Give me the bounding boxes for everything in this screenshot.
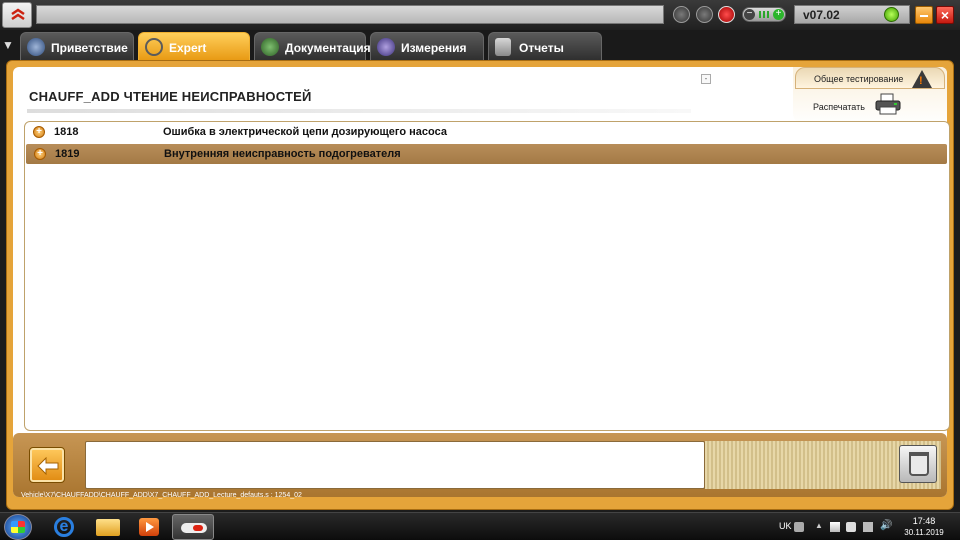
welcome-icon bbox=[27, 38, 45, 56]
version-label: v07.02 bbox=[803, 8, 840, 22]
main-panel: CHAUFF_ADD ЧТЕНИЕ НЕИСПРАВНОСТЕЙ - Общее… bbox=[6, 60, 954, 510]
citroen-chevron-icon bbox=[11, 8, 25, 21]
file-path: Vehicle\X7\CHAUFFADD\CHAUFF_ADD\X7_CHAUF… bbox=[21, 492, 302, 499]
close-button[interactable]: × bbox=[936, 6, 954, 24]
tab-label: Приветствие bbox=[51, 41, 128, 55]
trash-icon bbox=[909, 452, 929, 476]
magnifier-icon bbox=[145, 38, 163, 56]
taskbar-diagbox[interactable] bbox=[172, 514, 214, 540]
general-test-button[interactable]: Общее тестирование bbox=[795, 67, 945, 89]
battery-level-icon bbox=[759, 11, 771, 18]
language-indicator[interactable]: UK bbox=[779, 521, 792, 531]
battery-indicator[interactable]: − + bbox=[742, 7, 786, 22]
top-bar: − + v07.02 × bbox=[0, 0, 960, 30]
folder-icon bbox=[96, 519, 120, 536]
actions-panel: Общее тестирование Распечатать bbox=[793, 67, 947, 125]
fault-list: + 1818 Ошибка в электрической цепи дозир… bbox=[24, 121, 950, 431]
media-player-icon bbox=[139, 518, 159, 536]
chevron-down-icon[interactable]: ▼ bbox=[2, 38, 16, 52]
fault-code: 1819 bbox=[55, 148, 80, 160]
speaker-icon[interactable]: 🔊 bbox=[880, 520, 892, 531]
report-icon bbox=[495, 38, 511, 56]
windows-logo-icon bbox=[11, 521, 25, 533]
warning-icon bbox=[912, 70, 932, 88]
keyboard-icon[interactable] bbox=[794, 522, 804, 532]
taskbar-ie[interactable]: e bbox=[42, 514, 84, 540]
download-icon[interactable] bbox=[673, 6, 690, 23]
title-field bbox=[36, 5, 664, 24]
expand-icon[interactable]: + bbox=[34, 148, 46, 160]
tab-measurements[interactable]: Измерения bbox=[370, 32, 484, 60]
taskbar-explorer[interactable] bbox=[86, 514, 128, 540]
fault-description: Ошибка в электрической цепи дозирующего … bbox=[163, 126, 447, 138]
tab-label: Expert bbox=[169, 41, 207, 55]
clock-time: 17:48 bbox=[912, 516, 936, 526]
tab-label: Измерения bbox=[401, 41, 467, 55]
tab-label: Отчеты bbox=[519, 41, 564, 55]
print-label: Распечатать bbox=[813, 102, 865, 112]
documentation-icon bbox=[261, 38, 279, 56]
taskbar-media[interactable] bbox=[128, 514, 170, 540]
clock[interactable]: 17:48 30.11.2019 bbox=[898, 516, 950, 537]
message-box bbox=[85, 441, 705, 489]
tab-expert[interactable]: Expert bbox=[138, 32, 250, 60]
clock-date: 30.11.2019 bbox=[904, 528, 944, 537]
bottom-bar bbox=[13, 433, 947, 497]
fault-row-selected[interactable]: + 1819 Внутренняя неисправность подогрев… bbox=[26, 144, 947, 164]
fault-description: Внутренняя неисправность подогревателя bbox=[164, 148, 401, 160]
record-icon[interactable] bbox=[718, 6, 735, 23]
version-box: v07.02 bbox=[794, 5, 910, 24]
waveform-icon bbox=[377, 38, 395, 56]
expand-icon[interactable]: + bbox=[33, 126, 45, 138]
tab-welcome[interactable]: Приветствие bbox=[20, 32, 134, 60]
minimize-button[interactable] bbox=[915, 6, 933, 24]
collapse-icon[interactable]: - bbox=[701, 74, 711, 84]
user-icon[interactable] bbox=[696, 6, 713, 23]
tab-reports[interactable]: Отчеты bbox=[488, 32, 602, 60]
start-button[interactable] bbox=[4, 514, 32, 540]
flag-icon[interactable] bbox=[830, 522, 840, 532]
status-ok-icon bbox=[884, 7, 899, 22]
network-icon[interactable] bbox=[863, 522, 873, 532]
tab-label: Документация bbox=[285, 41, 371, 55]
safely-remove-icon[interactable] bbox=[846, 522, 856, 532]
fault-code: 1818 bbox=[54, 126, 79, 138]
arrow-left-icon bbox=[37, 457, 59, 475]
os-taskbar: e UK ▲ 🔊 17:48 30.11.2019 bbox=[0, 512, 960, 540]
general-test-label: Общее тестирование bbox=[814, 74, 904, 84]
tab-bar: ▼ Приветствие Expert Документация Измере… bbox=[0, 30, 960, 60]
page-title: CHAUFF_ADD ЧТЕНИЕ НЕИСПРАВНОСТЕЙ bbox=[29, 89, 312, 104]
minus-icon: − bbox=[744, 9, 755, 20]
title-divider bbox=[27, 109, 691, 113]
tray-expand-icon[interactable]: ▲ bbox=[815, 521, 825, 531]
trash-button[interactable] bbox=[899, 445, 937, 483]
brand-logo bbox=[2, 2, 32, 28]
diagbox-icon bbox=[181, 523, 207, 533]
back-button[interactable] bbox=[29, 447, 65, 483]
plus-icon: + bbox=[773, 9, 784, 20]
printer-icon bbox=[875, 93, 901, 115]
fault-row[interactable]: + 1818 Ошибка в электрической цепи дозир… bbox=[25, 122, 947, 142]
tab-documentation[interactable]: Документация bbox=[254, 32, 371, 60]
internet-explorer-icon: e bbox=[54, 517, 74, 537]
